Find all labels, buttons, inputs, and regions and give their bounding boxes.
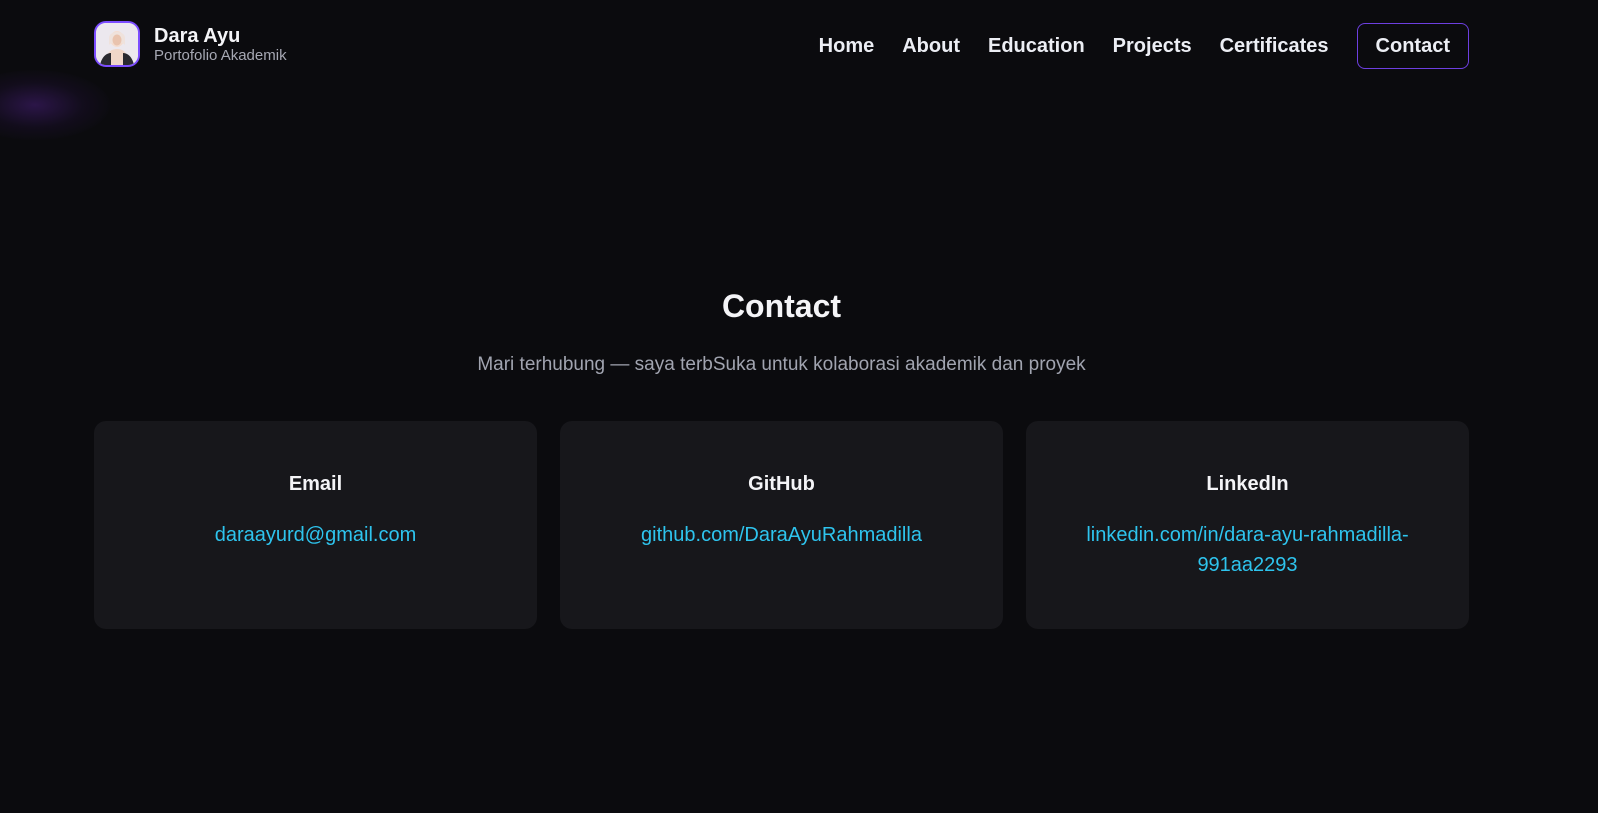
github-card: GitHub github.com/DaraAyuRahmadilla bbox=[560, 421, 1003, 629]
brand-name: Dara Ayu bbox=[154, 25, 241, 47]
linkedin-card-title: LinkedIn bbox=[1206, 473, 1289, 495]
nav-contact-button[interactable]: Contact bbox=[1356, 23, 1469, 69]
email-link[interactable]: daraayurd@gmail.com bbox=[136, 520, 496, 550]
contact-subtitle: Mari terhubung — saya terbSuka untuk kol… bbox=[477, 354, 1086, 375]
email-card-title: Email bbox=[288, 473, 343, 495]
github-link[interactable]: github.com/DaraAyuRahmadilla bbox=[602, 520, 962, 550]
nav-projects[interactable]: Projects bbox=[1113, 35, 1192, 58]
nav-certificates[interactable]: Certificates bbox=[1220, 35, 1329, 58]
linkedin-link[interactable]: linkedin.com/in/dara-ayu-rahmadilla-991a… bbox=[1068, 520, 1428, 580]
contact-cards: Email daraayurd@gmail.com GitHub github.… bbox=[94, 421, 1469, 629]
brand-subtitle: Portofolio Akademik bbox=[154, 47, 287, 64]
linkedin-card: LinkedIn linkedin.com/in/dara-ayu-rahmad… bbox=[1026, 421, 1469, 629]
brand[interactable]: Dara Ayu Portofolio Akademik bbox=[94, 21, 287, 67]
main-nav: Home About Education Projects Certificat… bbox=[819, 23, 1469, 69]
site-header: Dara Ayu Portofolio Akademik Home About … bbox=[0, 0, 1598, 92]
nav-home[interactable]: Home bbox=[819, 35, 875, 58]
nav-education[interactable]: Education bbox=[988, 35, 1085, 58]
email-card: Email daraayurd@gmail.com bbox=[94, 421, 537, 629]
contact-title: Contact bbox=[721, 288, 842, 324]
avatar-photo bbox=[96, 23, 138, 65]
nav-about[interactable]: About bbox=[902, 35, 960, 58]
avatar bbox=[94, 21, 140, 67]
github-card-title: GitHub bbox=[748, 473, 815, 495]
